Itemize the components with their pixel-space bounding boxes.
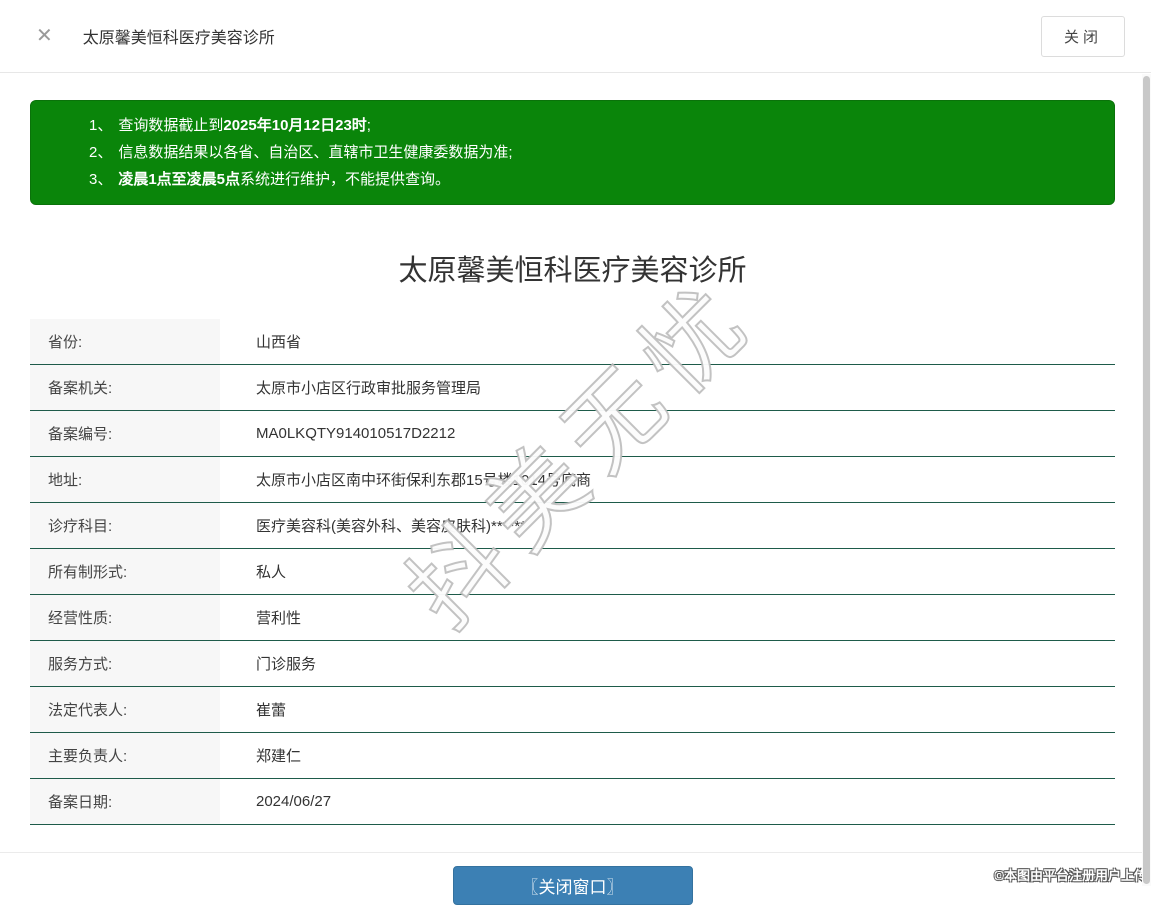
row-value: 2024/06/27 (220, 779, 331, 824)
table-row: 服务方式:门诊服务 (30, 641, 1115, 687)
row-label: 主要负责人: (30, 733, 220, 778)
notice-line: 3、凌晨1点至凌晨5点系统进行维护，不能提供查询。 (89, 166, 1094, 193)
row-label: 服务方式: (30, 641, 220, 686)
table-row: 备案编号:MA0LKQTY914010517D2212 (30, 411, 1115, 457)
row-value: 山西省 (220, 319, 301, 364)
table-row: 省份:山西省 (30, 319, 1115, 365)
close-button[interactable]: 关闭 (1041, 16, 1125, 57)
row-value: 营利性 (220, 595, 301, 640)
row-value: 私人 (220, 549, 286, 594)
close-icon[interactable]: ✕ (36, 26, 53, 46)
table-row: 经营性质:营利性 (30, 595, 1115, 641)
window-title: 太原馨美恒科医疗美容诊所 (83, 24, 275, 48)
row-label: 备案日期: (30, 779, 220, 824)
top-bar: ✕ 太原馨美恒科医疗美容诊所 关闭 (0, 0, 1151, 73)
main-content: 1、查询数据截止到2025年10月12日23时;2、信息数据结果以各省、自治区、… (0, 100, 1151, 905)
table-row: 法定代表人:崔蕾 (30, 687, 1115, 733)
page-title: 太原馨美恒科医疗美容诊所 (30, 247, 1115, 289)
row-value: 门诊服务 (220, 641, 316, 686)
row-value: 太原市小店区南中环街保利东郡15号楼1014号底商 (220, 457, 591, 502)
row-value: 崔蕾 (220, 687, 286, 732)
table-row: 诊疗科目:医疗美容科(美容外科、美容皮肤科)****** (30, 503, 1115, 549)
row-value: MA0LKQTY914010517D2212 (220, 411, 455, 456)
table-row: 地址:太原市小店区南中环街保利东郡15号楼1014号底商 (30, 457, 1115, 503)
info-table: 省份:山西省备案机关:太原市小店区行政审批服务管理局备案编号:MA0LKQTY9… (30, 319, 1115, 825)
footer-bar: 〖关闭窗口〗 (30, 853, 1115, 905)
notice-line: 2、信息数据结果以各省、自治区、直辖市卫生健康委数据为准; (89, 139, 1094, 166)
table-row: 所有制形式:私人 (30, 549, 1115, 595)
row-label: 诊疗科目: (30, 503, 220, 548)
row-label: 备案机关: (30, 365, 220, 410)
notice-box: 1、查询数据截止到2025年10月12日23时;2、信息数据结果以各省、自治区、… (30, 100, 1115, 205)
row-value: 郑建仁 (220, 733, 301, 778)
scrollbar[interactable] (1142, 74, 1151, 886)
row-label: 备案编号: (30, 411, 220, 456)
row-value: 医疗美容科(美容外科、美容皮肤科)****** (220, 503, 526, 548)
row-label: 法定代表人: (30, 687, 220, 732)
copyright-note: ©本图由平台注册用户上传 (994, 865, 1147, 884)
row-label: 地址: (30, 457, 220, 502)
table-row: 备案日期:2024/06/27 (30, 779, 1115, 825)
row-label: 所有制形式: (30, 549, 220, 594)
row-value: 太原市小店区行政审批服务管理局 (220, 365, 481, 410)
row-label: 省份: (30, 319, 220, 364)
table-row: 备案机关:太原市小店区行政审批服务管理局 (30, 365, 1115, 411)
scrollbar-thumb[interactable] (1143, 76, 1150, 884)
notice-line: 1、查询数据截止到2025年10月12日23时; (89, 112, 1094, 139)
row-label: 经营性质: (30, 595, 220, 640)
table-row: 主要负责人:郑建仁 (30, 733, 1115, 779)
